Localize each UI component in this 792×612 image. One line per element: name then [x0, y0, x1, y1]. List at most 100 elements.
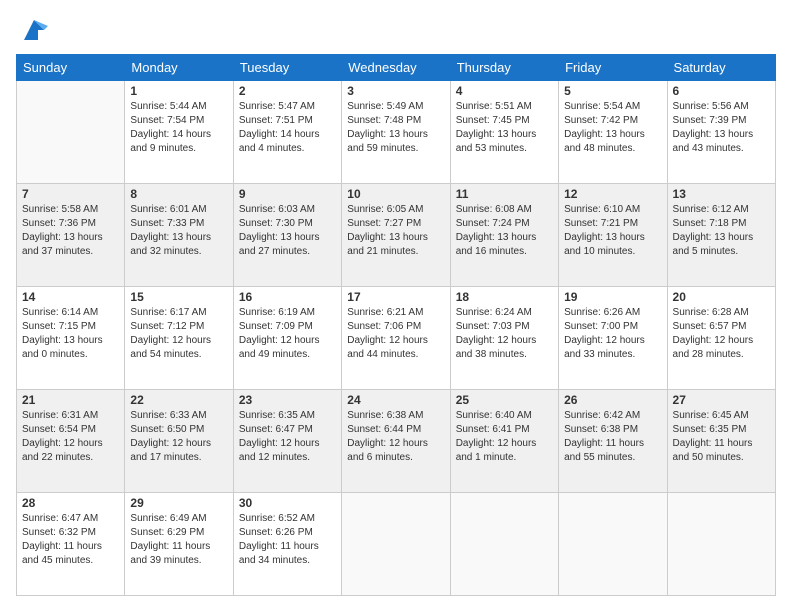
day-info: Sunrise: 6:14 AM Sunset: 7:15 PM Dayligh…	[22, 306, 119, 362]
day-number: 26	[564, 393, 661, 407]
calendar-cell: 16 Sunrise: 6:19 AM Sunset: 7:09 PM Dayli…	[233, 287, 341, 390]
day-info: Sunrise: 6:03 AM Sunset: 7:30 PM Dayligh…	[239, 203, 336, 259]
calendar-cell	[559, 493, 667, 596]
day-info: Sunrise: 6:49 AM Sunset: 6:29 PM Dayligh…	[130, 512, 227, 568]
calendar-cell: 15Sunrise: 6:17 AM Sunset: 7:12 PM Dayli…	[125, 287, 233, 390]
calendar-cell: 10Sunrise: 6:05 AM Sunset: 7:27 PM Dayli…	[342, 184, 450, 287]
calendar-cell: 7 Sunrise: 5:58 AM Sunset: 7:36 PM Daylig…	[17, 184, 125, 287]
day-info: Sunrise: 6:26 AM Sunset: 7:00 PM Dayligh…	[564, 306, 661, 362]
weekday-header-thursday: Thursday	[450, 55, 558, 81]
calendar-week-row: 1Sunrise: 5:44 AM Sunset: 7:54 PM Daylig…	[17, 81, 776, 184]
day-number: 24	[347, 393, 444, 407]
day-info: Sunrise: 6:35 AM Sunset: 6:47 PM Dayligh…	[239, 409, 336, 465]
day-info: Sunrise: 6:21 AM Sunset: 7:06 PM Dayligh…	[347, 306, 444, 362]
calendar-cell: 22 Sunrise: 6:33 AM Sunset: 6:50 PM Dayli…	[125, 390, 233, 493]
day-info: Sunrise: 6:28 AM Sunset: 6:57 PM Dayligh…	[673, 306, 770, 362]
day-number: 5	[564, 84, 661, 98]
calendar-week-row: 7 Sunrise: 5:58 AM Sunset: 7:36 PM Daylig…	[17, 184, 776, 287]
calendar-cell: 2Sunrise: 5:47 AM Sunset: 7:51 PM Daylig…	[233, 81, 341, 184]
weekday-header-tuesday: Tuesday	[233, 55, 341, 81]
weekday-header-monday: Monday	[125, 55, 233, 81]
logo	[16, 16, 48, 44]
calendar-cell	[17, 81, 125, 184]
logo-icon	[20, 16, 48, 44]
calendar-week-row: 14 Sunrise: 6:14 AM Sunset: 7:15 PM Dayli…	[17, 287, 776, 390]
calendar-cell: 8 Sunrise: 6:01 AM Sunset: 7:33 PM Daylig…	[125, 184, 233, 287]
day-number: 8	[130, 187, 227, 201]
header	[16, 16, 776, 44]
day-number: 19	[564, 290, 661, 304]
day-number: 16	[239, 290, 336, 304]
calendar-cell: 1Sunrise: 5:44 AM Sunset: 7:54 PM Daylig…	[125, 81, 233, 184]
calendar-week-row: 28 Sunrise: 6:47 AM Sunset: 6:32 PM Dayli…	[17, 493, 776, 596]
day-info: Sunrise: 5:47 AM Sunset: 7:51 PM Dayligh…	[239, 100, 336, 156]
day-info: Sunrise: 6:45 AM Sunset: 6:35 PM Dayligh…	[673, 409, 770, 465]
weekday-header-saturday: Saturday	[667, 55, 775, 81]
day-number: 14	[22, 290, 119, 304]
day-info: Sunrise: 6:01 AM Sunset: 7:33 PM Dayligh…	[130, 203, 227, 259]
day-number: 20	[673, 290, 770, 304]
day-number: 17	[347, 290, 444, 304]
calendar-cell: 17 Sunrise: 6:21 AM Sunset: 7:06 PM Dayli…	[342, 287, 450, 390]
day-info: Sunrise: 6:40 AM Sunset: 6:41 PM Dayligh…	[456, 409, 553, 465]
calendar-cell: 28 Sunrise: 6:47 AM Sunset: 6:32 PM Dayli…	[17, 493, 125, 596]
day-number: 13	[673, 187, 770, 201]
day-number: 12	[564, 187, 661, 201]
day-number: 4	[456, 84, 553, 98]
weekday-header-wednesday: Wednesday	[342, 55, 450, 81]
day-info: Sunrise: 6:12 AM Sunset: 7:18 PM Dayligh…	[673, 203, 770, 259]
day-number: 9	[239, 187, 336, 201]
day-info: Sunrise: 5:58 AM Sunset: 7:36 PM Dayligh…	[22, 203, 119, 259]
day-info: Sunrise: 6:17 AM Sunset: 7:12 PM Dayligh…	[130, 306, 227, 362]
calendar-cell: 21 Sunrise: 6:31 AM Sunset: 6:54 PM Dayli…	[17, 390, 125, 493]
day-info: Sunrise: 6:19 AM Sunset: 7:09 PM Dayligh…	[239, 306, 336, 362]
calendar-cell: 13 Sunrise: 6:12 AM Sunset: 7:18 PM Dayli…	[667, 184, 775, 287]
calendar-week-row: 21 Sunrise: 6:31 AM Sunset: 6:54 PM Dayli…	[17, 390, 776, 493]
day-number: 6	[673, 84, 770, 98]
calendar-cell: 26 Sunrise: 6:42 AM Sunset: 6:38 PM Dayli…	[559, 390, 667, 493]
calendar-cell: 19 Sunrise: 6:26 AM Sunset: 7:00 PM Dayli…	[559, 287, 667, 390]
day-info: Sunrise: 5:49 AM Sunset: 7:48 PM Dayligh…	[347, 100, 444, 156]
day-number: 7	[22, 187, 119, 201]
calendar-cell: 6 Sunrise: 5:56 AM Sunset: 7:39 PM Daylig…	[667, 81, 775, 184]
weekday-header-friday: Friday	[559, 55, 667, 81]
day-info: Sunrise: 6:47 AM Sunset: 6:32 PM Dayligh…	[22, 512, 119, 568]
calendar-cell: 30 Sunrise: 6:52 AM Sunset: 6:26 PM Dayli…	[233, 493, 341, 596]
day-number: 27	[673, 393, 770, 407]
calendar-cell: 14 Sunrise: 6:14 AM Sunset: 7:15 PM Dayli…	[17, 287, 125, 390]
calendar-cell: 3 Sunrise: 5:49 AM Sunset: 7:48 PM Daylig…	[342, 81, 450, 184]
day-info: Sunrise: 6:33 AM Sunset: 6:50 PM Dayligh…	[130, 409, 227, 465]
day-number: 23	[239, 393, 336, 407]
day-number: 25	[456, 393, 553, 407]
day-info: Sunrise: 6:42 AM Sunset: 6:38 PM Dayligh…	[564, 409, 661, 465]
calendar-cell	[667, 493, 775, 596]
calendar-cell: 27 Sunrise: 6:45 AM Sunset: 6:35 PM Dayli…	[667, 390, 775, 493]
day-number: 21	[22, 393, 119, 407]
day-number: 11	[456, 187, 553, 201]
day-info: Sunrise: 6:24 AM Sunset: 7:03 PM Dayligh…	[456, 306, 553, 362]
calendar-cell: 5 Sunrise: 5:54 AM Sunset: 7:42 PM Daylig…	[559, 81, 667, 184]
calendar-cell: 9 Sunrise: 6:03 AM Sunset: 7:30 PM Daylig…	[233, 184, 341, 287]
day-number: 10	[347, 187, 444, 201]
day-number: 22	[130, 393, 227, 407]
calendar-cell: 24Sunrise: 6:38 AM Sunset: 6:44 PM Dayli…	[342, 390, 450, 493]
day-number: 28	[22, 496, 119, 510]
day-info: Sunrise: 5:54 AM Sunset: 7:42 PM Dayligh…	[564, 100, 661, 156]
weekday-header-sunday: Sunday	[17, 55, 125, 81]
day-info: Sunrise: 6:08 AM Sunset: 7:24 PM Dayligh…	[456, 203, 553, 259]
calendar-cell	[342, 493, 450, 596]
day-info: Sunrise: 5:44 AM Sunset: 7:54 PM Dayligh…	[130, 100, 227, 156]
day-info: Sunrise: 5:51 AM Sunset: 7:45 PM Dayligh…	[456, 100, 553, 156]
day-number: 3	[347, 84, 444, 98]
page: SundayMondayTuesdayWednesdayThursdayFrid…	[0, 0, 792, 612]
day-info: Sunrise: 5:56 AM Sunset: 7:39 PM Dayligh…	[673, 100, 770, 156]
calendar-cell: 25 Sunrise: 6:40 AM Sunset: 6:41 PM Dayli…	[450, 390, 558, 493]
calendar-table: SundayMondayTuesdayWednesdayThursdayFrid…	[16, 54, 776, 596]
calendar-cell: 12Sunrise: 6:10 AM Sunset: 7:21 PM Dayli…	[559, 184, 667, 287]
calendar-cell: 11 Sunrise: 6:08 AM Sunset: 7:24 PM Dayli…	[450, 184, 558, 287]
day-number: 30	[239, 496, 336, 510]
calendar-cell: 23 Sunrise: 6:35 AM Sunset: 6:47 PM Dayli…	[233, 390, 341, 493]
day-info: Sunrise: 6:31 AM Sunset: 6:54 PM Dayligh…	[22, 409, 119, 465]
day-number: 29	[130, 496, 227, 510]
day-info: Sunrise: 6:52 AM Sunset: 6:26 PM Dayligh…	[239, 512, 336, 568]
